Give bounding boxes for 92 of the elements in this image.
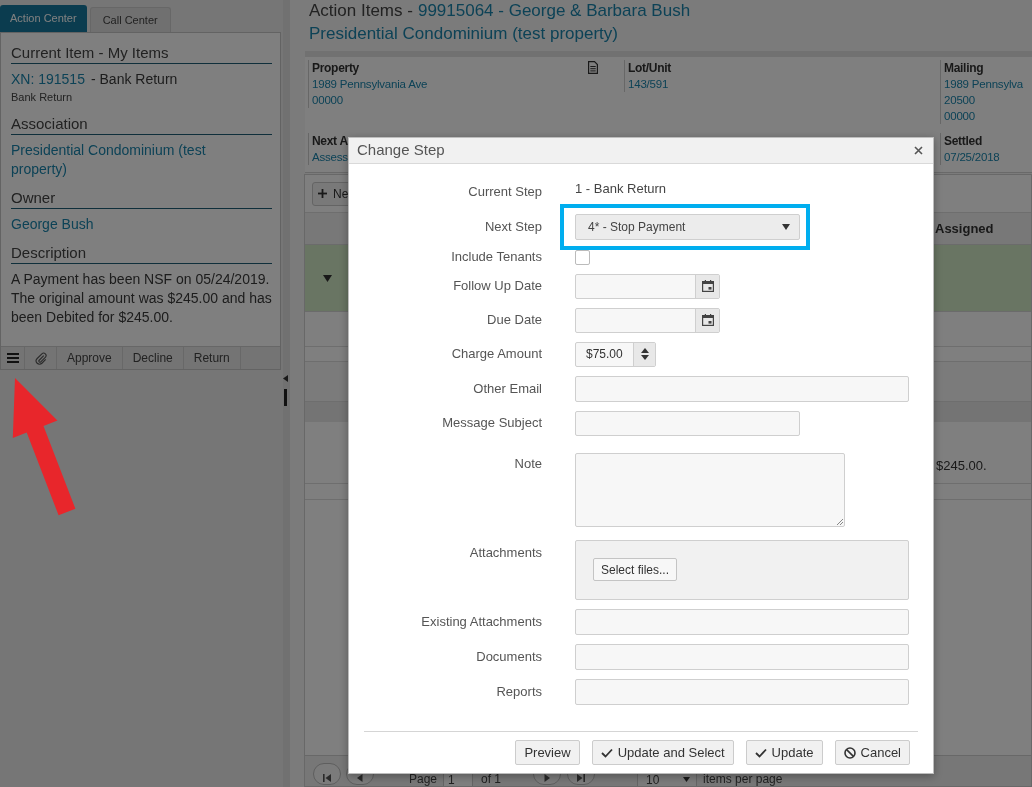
field-value: 00000 (312, 93, 343, 108)
page-size-dropdown[interactable]: 10 (637, 774, 698, 786)
amount-field[interactable]: $75.00 (575, 341, 656, 367)
table-cell-text: $245.00. (936, 458, 988, 474)
page-input[interactable]: 1 (443, 774, 474, 786)
check-icon (754, 747, 767, 758)
list-field[interactable] (575, 608, 909, 635)
field-value: 1989 Pennsylvania Ave (312, 77, 428, 92)
document-icon[interactable] (588, 61, 598, 74)
calendar-button[interactable] (695, 274, 719, 298)
toolbar-button[interactable]: Return (183, 347, 241, 369)
confirm-button[interactable]: Update and Select (591, 740, 734, 765)
spinner-arrows-icon (640, 348, 649, 360)
page-title: Action Items - (309, 1, 413, 20)
cancel-button[interactable]: Cancel (834, 740, 910, 765)
select-files-button[interactable]: Select files... (593, 558, 678, 581)
subject-field[interactable] (575, 410, 800, 436)
association-title: Presidential Condominium (test property) (309, 23, 618, 44)
field-value: 1 - Bank Return (575, 180, 667, 198)
field-label: Mailing (944, 60, 984, 76)
menu-icon (6, 353, 19, 363)
section-heading: Owner (11, 189, 272, 209)
field-label: Existing Attachments (420, 613, 542, 630)
field-label: Next A (312, 133, 348, 149)
paperclip-icon (34, 351, 47, 365)
section-heading: Association (11, 115, 272, 135)
tab[interactable]: Call Center (89, 7, 171, 32)
pager-label: of 1 (481, 773, 502, 786)
column-header[interactable]: Assigned (935, 218, 1031, 239)
field-label: Include Tenants (450, 248, 542, 265)
account-title: 99915064 - George & Barbara Bush (417, 1, 691, 20)
resize-grip-icon[interactable] (836, 517, 843, 525)
first-page-icon (323, 774, 331, 782)
tab[interactable]: Action Center (0, 5, 87, 32)
field-label: Settled (944, 133, 982, 149)
close-icon (914, 146, 923, 155)
check-icon (600, 747, 613, 758)
field-label: Note (513, 454, 542, 472)
field-value: Assess (312, 150, 348, 165)
first-page-button[interactable] (313, 763, 341, 785)
email-field[interactable] (575, 375, 909, 402)
section-heading: Description (11, 244, 272, 264)
field-value: 143/591 (628, 77, 669, 92)
pager-label: items per page (703, 773, 783, 786)
pager-label: Page (409, 773, 438, 786)
caret-down-icon (782, 223, 790, 230)
field-value: 1989 Pennsylva (944, 77, 1024, 92)
toolbar-button[interactable]: Approve (57, 347, 123, 369)
field-label: Current Step (467, 183, 542, 200)
calendar-button[interactable] (695, 308, 719, 332)
field-label: Follow Up Date (452, 278, 542, 294)
detail-subtext: Bank Return (11, 91, 73, 103)
confirm-button[interactable]: Update (745, 740, 823, 765)
dropdown[interactable]: 4* - Stop Payment (575, 213, 800, 240)
dialog-button[interactable]: Preview (515, 740, 580, 765)
plus-icon (318, 189, 327, 198)
caret-down-icon (683, 777, 691, 782)
list-field[interactable] (575, 643, 909, 670)
field-label: Other Email (472, 380, 542, 397)
calendar-icon (701, 314, 714, 326)
record-link[interactable]: George Bush (11, 215, 94, 234)
field-label: Attachments (468, 543, 542, 561)
field-label: Documents (475, 648, 542, 665)
record-link[interactable]: XN: 191515 (11, 70, 85, 89)
field-label: Reports (495, 683, 542, 700)
note-textarea[interactable] (575, 452, 845, 527)
date-field[interactable] (575, 307, 720, 333)
date-field[interactable] (575, 273, 720, 299)
detail-text: A Payment has been NSF on 05/24/2019. The original amount was $245.00 and has been Debited for $245.00. (11, 271, 272, 325)
field-label: Message Subject (441, 415, 542, 431)
cancel-icon (843, 746, 856, 759)
field-value: 00000 (944, 109, 975, 124)
field-label: Charge Amount (450, 346, 542, 362)
detail-text: - Bank Return (90, 71, 178, 87)
spin-button[interactable] (633, 342, 655, 366)
calendar-icon (701, 280, 714, 292)
caret-down-icon[interactable] (323, 274, 332, 282)
splitter-handle[interactable] (284, 389, 287, 406)
field-value: 20500 (944, 93, 975, 108)
field-label: Due Date (486, 312, 542, 328)
toolbar-button[interactable]: Decline (122, 347, 184, 369)
field-value: 07/25/2018 (944, 150, 1000, 165)
field-label: Lot/Unit (628, 60, 671, 76)
field-label: Next Step (483, 218, 542, 235)
upload-dropzone[interactable]: Select files... (575, 539, 909, 600)
record-link[interactable]: Presidential Condominium (test property) (11, 141, 226, 179)
section-heading: Current Item - My Items (11, 44, 272, 64)
list-field[interactable] (575, 678, 909, 705)
last-page-icon (577, 774, 586, 782)
dialog-title: Change Step (357, 140, 445, 161)
close-button[interactable] (913, 145, 924, 156)
field-label: Property (312, 60, 359, 76)
